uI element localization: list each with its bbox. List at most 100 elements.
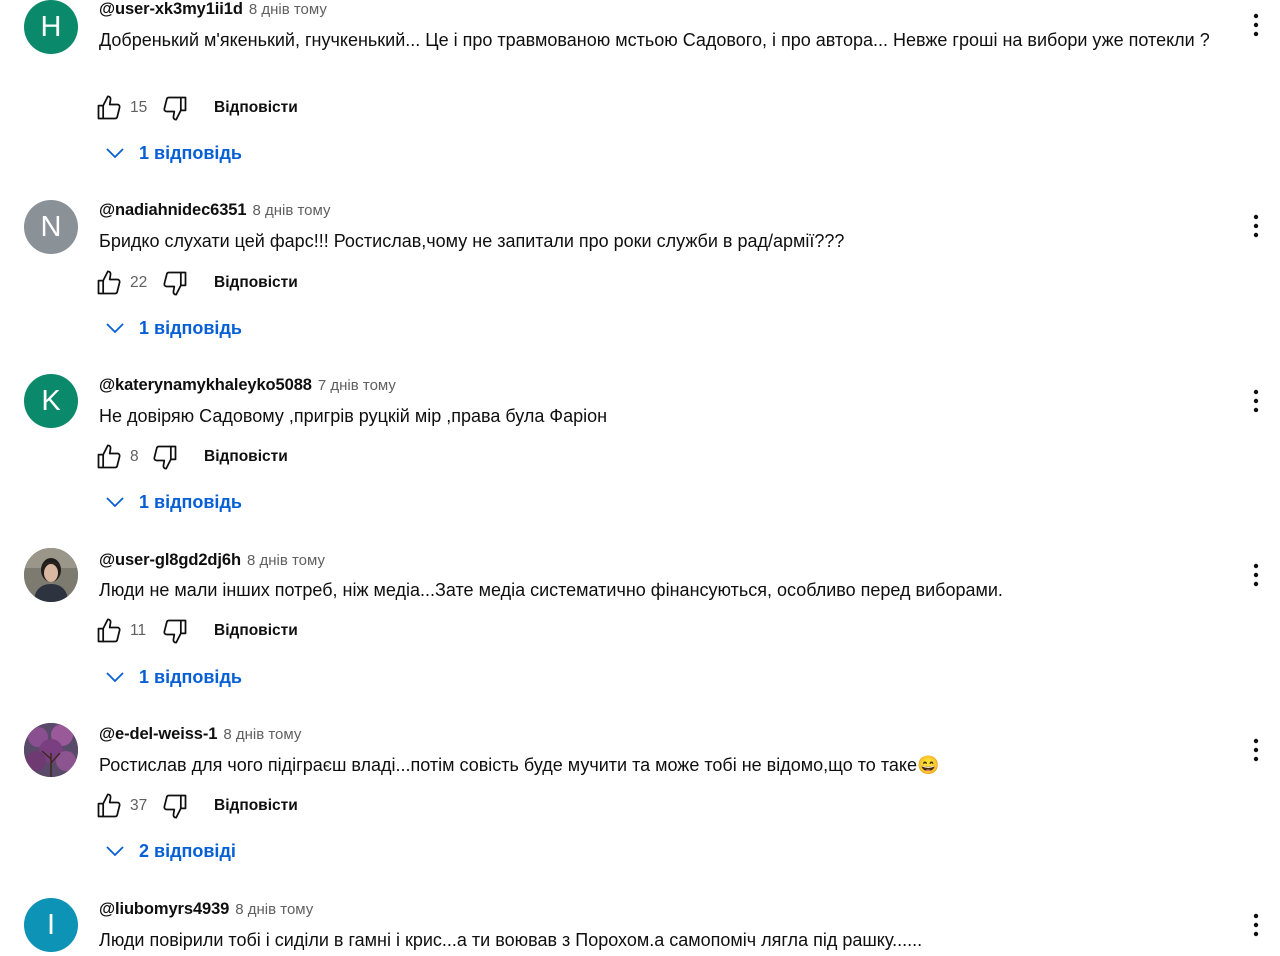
avatar[interactable]: K <box>24 374 78 428</box>
thumbs-up-icon <box>97 444 121 469</box>
comment-header: @user-xk3my1ii1d 8 днів тому <box>99 0 327 19</box>
reply-button[interactable]: Відповісти <box>214 274 298 292</box>
author-name[interactable]: @liubomyrs4939 <box>99 900 229 919</box>
like-button[interactable] <box>94 93 124 123</box>
more-vert-icon <box>1253 913 1259 937</box>
chevron-down-icon <box>106 672 124 683</box>
comment-header: @user-gl8gd2dj6h 8 днів тому <box>99 551 325 570</box>
replies-count-label: 1 відповідь <box>139 491 242 512</box>
author-name[interactable]: @user-gl8gd2dj6h <box>99 551 241 570</box>
comment-thread: N @nadiahnidec6351 8 днів тому Бридко сл… <box>0 199 1280 374</box>
thumbs-up-icon <box>97 793 121 818</box>
avatar-letter: H <box>40 10 62 43</box>
comment-actions: 37 Відповісти <box>94 788 298 824</box>
comment-actions: 15 Відповісти <box>94 90 298 126</box>
comment-header: @e-del-weiss-1 8 днів тому <box>99 725 301 744</box>
thumbs-down-icon <box>153 445 177 470</box>
chevron-down-icon <box>106 497 124 508</box>
like-button[interactable] <box>94 791 124 821</box>
reply-button[interactable]: Відповісти <box>214 99 298 117</box>
user-photo <box>24 723 78 777</box>
comment-timestamp[interactable]: 7 днів тому <box>318 377 396 394</box>
author-name[interactable]: @katerynamykhaleyko5088 <box>99 376 312 395</box>
avatar[interactable]: H <box>24 0 78 54</box>
comment-menu-button[interactable] <box>1244 560 1268 590</box>
comment-actions: 22 Відповісти <box>94 265 298 301</box>
view-replies-button[interactable]: 1 відповідь <box>100 484 242 520</box>
like-button[interactable] <box>94 268 124 298</box>
comment-timestamp[interactable]: 8 днів тому <box>249 1 327 18</box>
author-name[interactable]: @nadiahnidec6351 <box>99 201 247 220</box>
like-button[interactable] <box>94 616 124 646</box>
comment-text: Бридко слухати цей фарс!!! Ростислав,чом… <box>99 231 845 251</box>
comment-menu-button[interactable] <box>1244 10 1268 40</box>
view-replies-button[interactable]: 1 відповідь <box>100 135 242 171</box>
dislike-button[interactable] <box>150 442 180 472</box>
thumbs-up-icon <box>97 618 121 643</box>
like-count: 22 <box>130 274 148 291</box>
reply-button[interactable]: Відповісти <box>214 797 298 815</box>
avatar[interactable] <box>24 723 78 777</box>
comment-thread: K @katerynamykhaleyko5088 7 днів тому Не… <box>0 374 1280 549</box>
comment-menu-button[interactable] <box>1244 735 1268 765</box>
comment-text: Не довіряю Садовому ,пригрів руцкій мір … <box>99 406 608 426</box>
like-count: 15 <box>130 99 148 116</box>
author-name[interactable]: @e-del-weiss-1 <box>99 725 217 744</box>
avatar[interactable]: I <box>24 898 78 952</box>
comment-menu-button[interactable] <box>1244 910 1268 940</box>
replies-count-label: 1 відповідь <box>139 317 242 338</box>
comment-actions: 11 Відповісти <box>94 613 298 649</box>
thumbs-down-icon <box>163 96 187 121</box>
avatar-letter: K <box>41 384 61 417</box>
comment-text: Ростислав для чого підіграєш владі...пот… <box>99 755 940 775</box>
reply-button[interactable]: Відповісти <box>214 622 298 640</box>
comment-menu-button[interactable] <box>1244 386 1268 416</box>
comment-timestamp[interactable]: 8 днів тому <box>223 726 301 743</box>
more-vert-icon <box>1253 563 1259 587</box>
dislike-button[interactable] <box>160 93 190 123</box>
comment-menu-button[interactable] <box>1244 211 1268 241</box>
reply-button[interactable]: Відповісти <box>204 448 288 466</box>
view-replies-button[interactable]: 2 відповіді <box>100 833 236 869</box>
replies-count-label: 1 відповідь <box>139 666 242 687</box>
dislike-button[interactable] <box>160 268 190 298</box>
more-vert-icon <box>1253 738 1259 762</box>
comment-header: @katerynamykhaleyko5088 7 днів тому <box>99 376 396 395</box>
replies-count-label: 2 відповіді <box>139 840 236 861</box>
thumbs-down-icon <box>163 619 187 644</box>
comment-thread: @user-gl8gd2dj6h 8 днів тому Люди не мал… <box>0 548 1280 723</box>
comment-timestamp[interactable]: 8 днів тому <box>252 202 330 219</box>
view-replies-button[interactable]: 1 відповідь <box>100 310 242 346</box>
chevron-down-icon <box>106 846 124 857</box>
like-count: 11 <box>130 622 147 639</box>
replies-count-label: 1 відповідь <box>139 142 242 163</box>
thumbs-down-icon <box>163 794 187 819</box>
thumbs-up-icon <box>97 95 121 120</box>
like-button[interactable] <box>94 442 124 472</box>
dislike-button[interactable] <box>160 616 190 646</box>
avatar[interactable] <box>24 548 78 602</box>
comment-timestamp[interactable]: 8 днів тому <box>235 901 313 918</box>
avatar[interactable]: N <box>24 200 78 254</box>
thumbs-down-icon <box>163 271 187 296</box>
avatar-letter: N <box>40 210 62 243</box>
chevron-down-icon <box>106 148 124 159</box>
thumbs-up-icon <box>97 270 121 295</box>
comment-text: Люди повірили тобі і сиділи в гамні і кр… <box>99 930 923 950</box>
author-name[interactable]: @user-xk3my1ii1d <box>99 0 243 19</box>
more-vert-icon <box>1253 13 1259 37</box>
comment-timestamp[interactable]: 8 днів тому <box>247 552 325 569</box>
comment-actions: 8 Відповісти <box>94 439 288 475</box>
comment-header: @liubomyrs4939 8 днів тому <box>99 900 313 919</box>
view-replies-button[interactable]: 1 відповідь <box>100 659 242 695</box>
comment-thread: @e-del-weiss-1 8 днів тому Ростислав для… <box>0 722 1280 897</box>
comment-header: @nadiahnidec6351 8 днів тому <box>99 201 331 220</box>
comment-text: Люди не мали інших потреб, ніж медіа...З… <box>99 580 1003 600</box>
more-vert-icon <box>1253 389 1259 413</box>
avatar-letter: I <box>46 908 56 941</box>
more-vert-icon <box>1253 214 1259 238</box>
comment-thread: H @user-xk3my1ii1d 8 днів тому Добреньки… <box>0 0 1280 175</box>
user-photo <box>24 548 78 602</box>
comment-thread: I @liubomyrs4939 8 днів тому Люди повіри… <box>0 897 1280 956</box>
dislike-button[interactable] <box>160 791 190 821</box>
